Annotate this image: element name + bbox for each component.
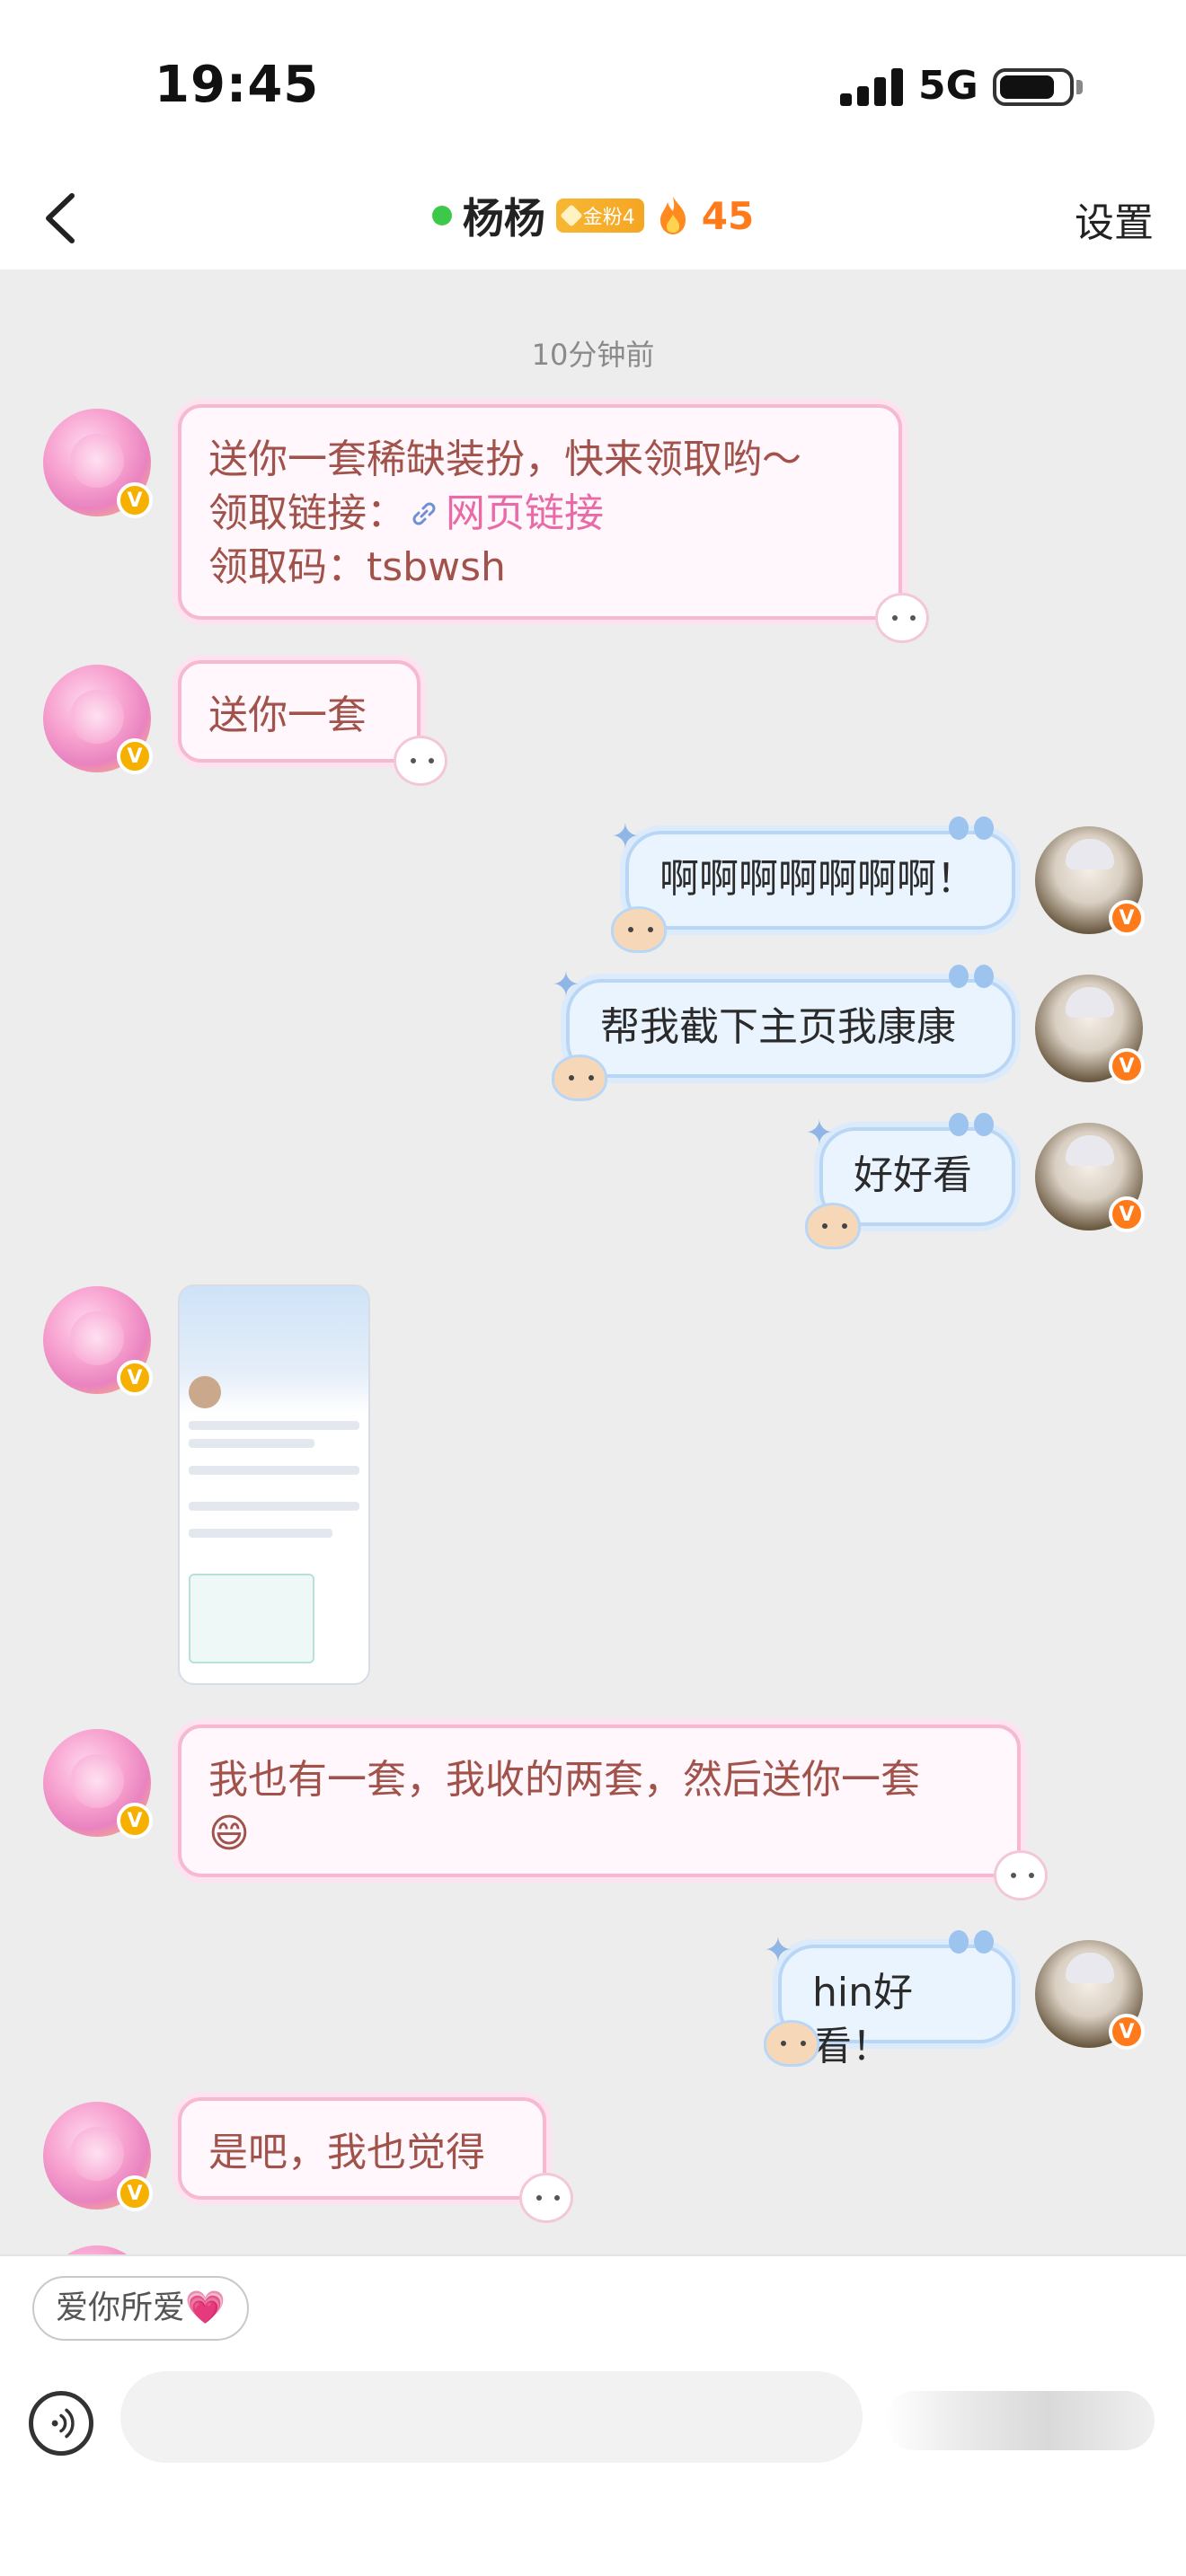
message-text: hin好看！ [812,1970,913,2069]
message-text: 好好看 [854,1152,972,1198]
screenshot-avatar [189,1376,221,1408]
verified-badge-icon: V [117,1803,153,1839]
verified-badge-icon: V [1109,1196,1145,1232]
my-avatar[interactable]: V [1035,975,1145,1084]
chat-area[interactable]: 10分钟前 V 送你一套稀缺装扮，快来领取哟～ 领取链接： 网页链接 领取码：ts… [0,269,1186,2254]
signal-icon [840,66,903,106]
quick-reply-chip[interactable]: 爱你所爱💗 [32,2276,249,2341]
message-timestamp: 10分钟前 [531,338,655,372]
verified-badge-icon: V [117,482,153,518]
contact-avatar[interactable] [43,2245,151,2254]
laugh-emoji-icon: 😄 [208,1811,250,1857]
dog-sticker-icon [611,906,667,953]
verified-badge-icon: V [117,1360,153,1396]
settings-button[interactable]: 设置 [1075,190,1154,248]
screenshot-line [189,1466,359,1475]
status-time: 19:45 [155,56,320,114]
message-bubble-outgoing[interactable]: 啊啊啊啊啊啊啊！ ✦ [611,816,1015,953]
message-bubble-outgoing[interactable]: hin好看！ ✦ [764,1930,1015,2069]
fan-level-badge: 金粉4 [555,198,644,233]
verified-badge-icon: V [117,738,153,774]
contact-avatar[interactable]: V [43,1729,153,1839]
bow-icon [949,1930,994,1955]
quick-reply-label: 爱你所爱 [56,2289,186,2326]
contact-avatar[interactable]: V [43,665,153,774]
message-input[interactable] [120,2371,863,2463]
message-text: 帮我截下主页我康康 [600,1004,956,1050]
contact-avatar[interactable]: V [43,2102,153,2211]
message-text: 送你一套 [208,693,367,738]
nav-bar: 杨杨 金粉4 45 设置 [0,171,1186,269]
battery-tip [1076,80,1083,94]
verified-badge-icon: V [1109,2014,1145,2050]
message-bubble-outgoing[interactable]: 帮我截下主页我康康 ✦ [552,965,1015,1101]
dog-sticker-icon [764,2020,819,2067]
screenshot-line [189,1529,332,1538]
puppy-sticker-icon [875,593,929,643]
my-avatar[interactable]: V [1035,826,1145,936]
dog-sticker-icon [552,1054,607,1101]
link-icon [412,502,436,525]
message-bubble-incoming[interactable]: 是吧，我也觉得 [178,2097,573,2223]
status-bar: 19:45 5G [0,0,1186,171]
send-button[interactable] [885,2391,1155,2450]
screenshot-card [189,1574,314,1663]
puppy-sticker-icon [519,2173,573,2223]
voice-input-icon[interactable] [29,2391,93,2456]
input-bar: 爱你所爱💗 [0,2254,1186,2576]
my-avatar[interactable]: V [1035,1940,1145,2050]
contact-avatar[interactable]: V [43,1286,153,1396]
screenshot-line [189,1421,359,1430]
my-avatar[interactable]: V [1035,1123,1145,1232]
screenshot-line [189,1439,314,1448]
sparkle-icon: ✦ [611,816,640,856]
sparkle-icon: ✦ [805,1113,834,1152]
message-text: 我也有一套，我收的两套，然后送你一套 [208,1757,920,1803]
message-line: 送你一套稀缺装扮，快来领取哟～ [208,437,801,482]
message-bubble-outgoing[interactable]: 好好看 ✦ [805,1113,1015,1249]
link-prefix: 领取链接： [208,490,406,536]
sparkle-icon: ✦ [552,965,580,1004]
message-line: 领取码：tsbwsh [208,544,506,590]
puppy-sticker-icon [394,736,447,786]
message-bubble-incoming[interactable]: 送你一套稀缺装扮，快来领取哟～ 领取链接： 网页链接 领取码：tsbwsh [178,404,929,643]
heart-emoji-icon: 💗 [185,2289,226,2326]
web-link[interactable]: 网页链接 [446,490,604,536]
message-bubble-incoming[interactable]: 我也有一套，我收的两套，然后送你一套 😄 [178,1725,1048,1901]
gem-icon [560,204,583,227]
message-text: 是吧，我也觉得 [208,2130,485,2175]
bow-icon [949,816,994,842]
verified-badge-icon: V [1109,1048,1145,1084]
fire-icon [659,197,686,234]
image-message[interactable] [178,1284,370,1685]
message-line: 领取链接： 网页链接 [208,487,872,541]
verified-badge-icon: V [1109,900,1145,936]
puppy-sticker-icon [994,1850,1048,1901]
message-text: 啊啊啊啊啊啊啊！ [659,856,976,902]
bow-icon [949,965,994,990]
bow-icon [949,1113,994,1138]
nav-title-group[interactable]: 杨杨 金粉4 45 [0,180,1186,251]
dog-sticker-icon [805,1203,861,1249]
fire-count: 45 [701,193,755,238]
verified-badge-icon: V [117,2175,153,2211]
screenshot-line [189,1502,359,1511]
online-status-icon [431,206,452,225]
contact-avatar[interactable]: V [43,409,153,518]
contact-name: 杨杨 [462,194,545,243]
sparkle-icon: ✦ [764,1930,792,1970]
network-label: 5G [918,63,978,109]
battery-icon [993,68,1074,106]
message-bubble-incoming[interactable]: 送你一套 [178,660,447,786]
fan-level-label: 金粉4 [582,207,635,229]
